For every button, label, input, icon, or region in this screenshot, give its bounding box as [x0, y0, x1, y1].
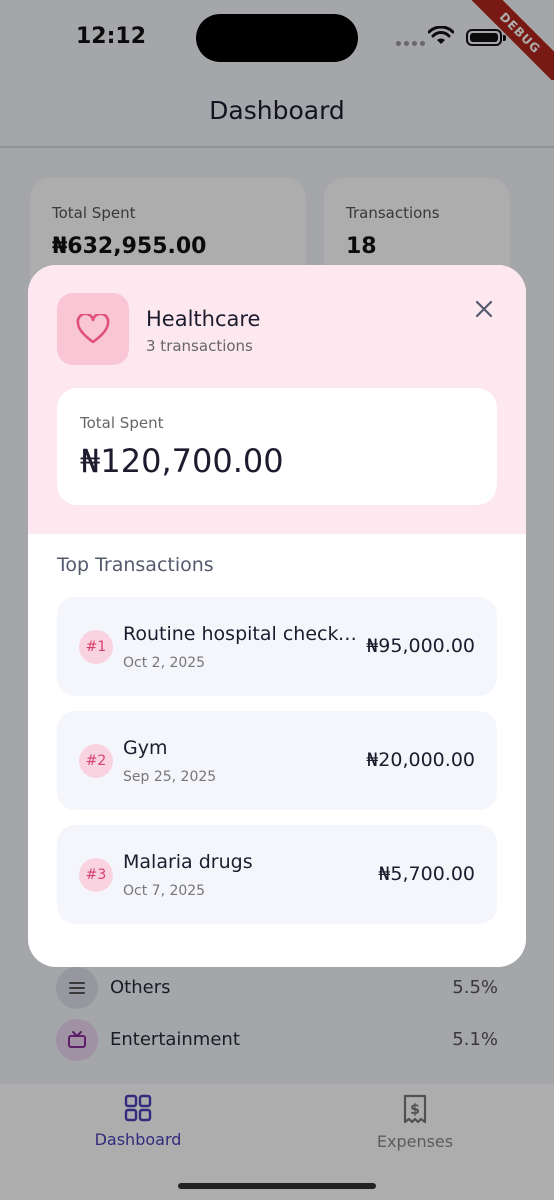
modal-transaction-count: 3 transactions [146, 337, 253, 355]
home-indicator [178, 1183, 376, 1189]
modal-total-label: Total Spent [80, 414, 164, 432]
heart-icon [57, 293, 129, 365]
transaction-name: Routine hospital checkup [123, 623, 357, 645]
transaction-amount: ₦20,000.00 [366, 749, 475, 771]
modal-category-title: Healthcare [146, 307, 261, 331]
close-icon [475, 300, 493, 318]
rank-badge: #2 [79, 744, 113, 778]
rank-badge: #3 [79, 858, 113, 892]
transaction-name: Malaria drugs [123, 851, 253, 873]
transaction-amount: ₦95,000.00 [366, 635, 475, 657]
modal-total-value: ₦120,700.00 [80, 442, 284, 480]
transaction-item[interactable]: #2 Gym Sep 25, 2025 ₦20,000.00 [57, 711, 497, 810]
transaction-date: Oct 2, 2025 [123, 655, 206, 671]
modal-header: Healthcare 3 transactions Total Spent ₦1… [28, 265, 526, 534]
transaction-amount: ₦5,700.00 [378, 863, 475, 885]
top-transactions-heading: Top Transactions [57, 554, 214, 576]
modal-total-card: Total Spent ₦120,700.00 [57, 388, 497, 505]
close-button[interactable] [468, 293, 500, 325]
transaction-item[interactable]: #3 Malaria drugs Oct 7, 2025 ₦5,700.00 [57, 825, 497, 924]
transaction-date: Sep 25, 2025 [123, 769, 217, 785]
rank-badge: #1 [79, 630, 113, 664]
transaction-item[interactable]: #1 Routine hospital checkup Oct 2, 2025 … [57, 597, 497, 696]
transaction-date: Oct 7, 2025 [123, 883, 206, 899]
transaction-name: Gym [123, 737, 168, 759]
category-detail-modal: Healthcare 3 transactions Total Spent ₦1… [28, 265, 526, 967]
